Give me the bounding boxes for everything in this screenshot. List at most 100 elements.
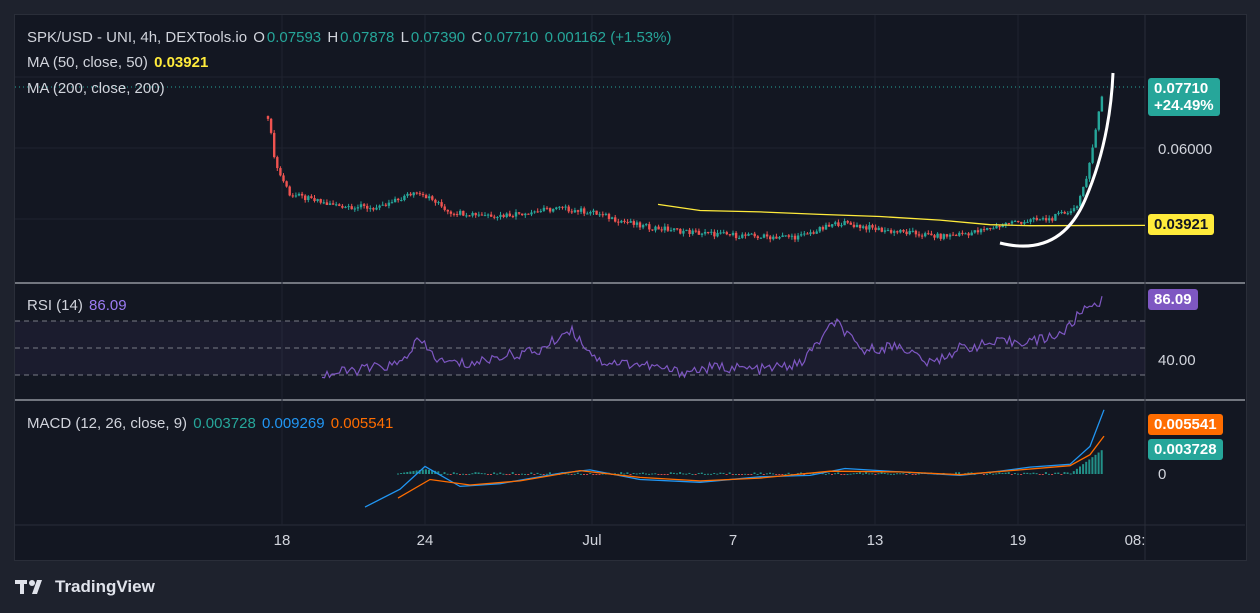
candle-body [769, 236, 772, 240]
candle-body [558, 206, 561, 208]
candle-body [406, 193, 409, 196]
candle-body [1060, 212, 1063, 214]
macd-histogram-bar [567, 473, 570, 475]
candle-body [759, 237, 763, 239]
candle-body [995, 225, 998, 229]
macd-histogram-bar [722, 472, 725, 474]
candle-body [328, 203, 332, 205]
candle-body [617, 221, 620, 223]
macd-histogram-bar [446, 473, 449, 475]
macd-histogram-bar [877, 473, 880, 475]
candle-body [279, 168, 282, 176]
candle-body [400, 200, 403, 202]
candle-body [635, 222, 639, 225]
candle-body [542, 207, 546, 211]
candle-body [725, 232, 728, 235]
macd-histogram-bar [1069, 473, 1072, 475]
candle-body [1044, 218, 1048, 221]
macd-histogram-bar [539, 473, 542, 475]
candle-body [753, 233, 756, 237]
x-tick-label: 13 [866, 532, 884, 549]
x-tick-label: 24 [416, 532, 434, 549]
candle-body [449, 211, 453, 214]
candle-body [843, 221, 846, 226]
macd-histogram-bar [486, 474, 489, 475]
macd-histogram-bar [669, 472, 672, 474]
candle-body [626, 221, 629, 223]
candle-body [682, 230, 685, 234]
candle-body [868, 225, 871, 230]
candle-body [803, 233, 806, 235]
macd-histogram-bar [465, 474, 468, 475]
candle-body [707, 231, 710, 233]
rsi-value: 86.09 [89, 297, 127, 314]
macd-histogram-bar [862, 473, 864, 475]
macd-histogram-bar [676, 473, 678, 475]
candle-body [1072, 208, 1076, 212]
macd-histogram-bar [713, 472, 716, 474]
macd-histogram-bar [1051, 474, 1054, 475]
candle-body [812, 232, 815, 234]
candle-body [409, 193, 412, 196]
candle-body [806, 233, 809, 235]
candle-body [889, 230, 893, 233]
candle-body [604, 213, 608, 215]
macd-histogram-bar [1020, 474, 1023, 475]
candle-body [896, 231, 899, 233]
candle-body [809, 232, 812, 235]
candle-body [672, 228, 676, 231]
candle-body [607, 213, 611, 219]
macd-histogram-bar [855, 472, 858, 474]
candle-body [319, 199, 322, 203]
candle-body [378, 205, 381, 208]
macd-histogram-bar [499, 472, 502, 474]
candle-body [849, 222, 852, 225]
candle-body [421, 194, 425, 196]
macd-label: MACD (12, 26, close, 9) [27, 415, 188, 432]
macd-histogram-bar [781, 474, 784, 475]
candle-body [914, 230, 918, 235]
macd-histogram-bar [719, 472, 722, 474]
macd-histogram-bar [1079, 466, 1081, 474]
candle-body [1017, 220, 1020, 222]
x-tick-label: 08: [1124, 532, 1146, 549]
rsi-label: RSI (14) [27, 297, 83, 314]
candle-body [1054, 213, 1057, 221]
chart-canvas[interactable] [0, 0, 1260, 613]
macd-histogram-bar [623, 473, 626, 475]
macd-histogram-bar [641, 472, 644, 474]
macd-histogram-bar [874, 474, 877, 475]
candle-body [285, 181, 288, 187]
candle-body [592, 210, 595, 213]
macd-histogram-bar [905, 474, 908, 475]
candle-body [524, 213, 527, 216]
candle-body [483, 215, 487, 217]
change-value: 0.001162 (+1.53%) [544, 29, 672, 46]
candle-body [477, 214, 480, 216]
macd-histogram-bar [548, 472, 551, 474]
macd-histogram-bar [660, 474, 663, 475]
tradingview-logo[interactable]: TradingView [15, 577, 155, 597]
macd-histogram-bar [1001, 472, 1004, 474]
candle-body [496, 217, 499, 219]
macd-histogram-bar [1088, 459, 1091, 474]
macd-histogram-bar [865, 472, 868, 474]
candle-body [908, 230, 911, 235]
macd-histogram-bar [747, 474, 750, 475]
price-axis-label: 0.06000 [1158, 141, 1213, 158]
candle-body [998, 225, 1001, 228]
macd-histogram-bar [530, 472, 533, 474]
macd-histogram-bar [666, 474, 669, 475]
candle-body [480, 214, 484, 216]
open-label: O [253, 29, 265, 46]
candle-body [459, 210, 462, 215]
candle-body [942, 234, 945, 239]
macd-histogram-bar [462, 473, 465, 475]
candle-body [657, 226, 660, 230]
candle-body [874, 227, 877, 230]
macd-histogram-bar [1091, 457, 1094, 474]
macd-histogram-bar [536, 472, 539, 474]
macd-histogram-bar [750, 474, 753, 475]
candle-body [1091, 147, 1094, 163]
candle-body [1075, 206, 1079, 209]
